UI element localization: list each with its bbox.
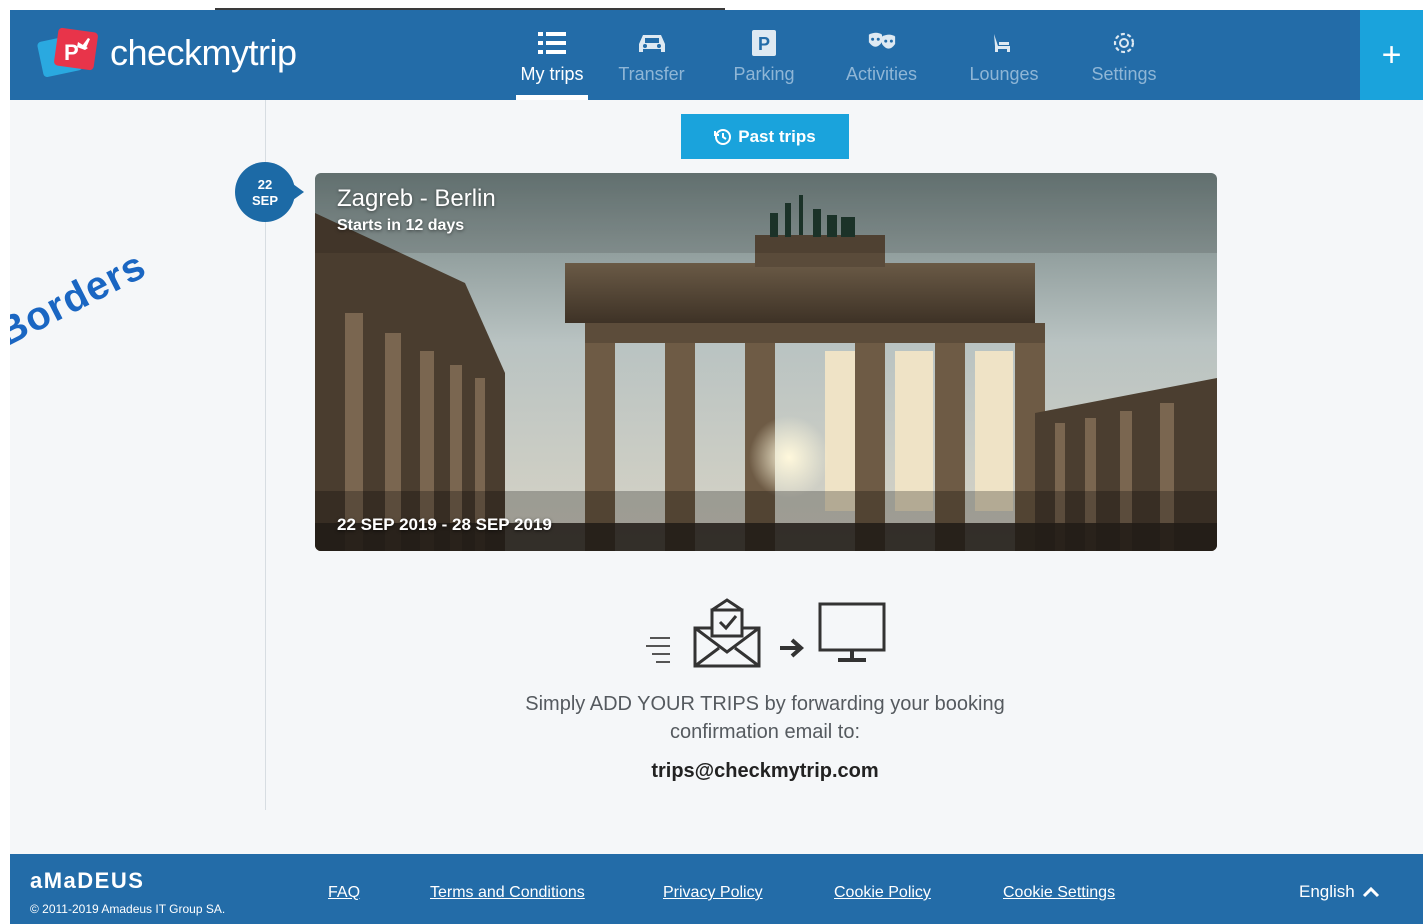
logo-badge-icon: P <box>37 27 98 78</box>
footer-link-faq[interactable]: FAQ <box>328 884 360 902</box>
trip-dates: 22 SEP 2019 - 28 SEP 2019 <box>337 515 552 534</box>
nav-parking[interactable]: P Parking <box>709 10 819 100</box>
lounge-chair-icon <box>989 28 1019 58</box>
past-trips-label: Past trips <box>738 126 816 146</box>
top-navbar: P checkmytrip My trips Transfer P Parkin… <box>10 10 1423 100</box>
trip-card[interactable]: Zagreb - Berlin Starts in 12 days 22 SEP… <box>315 173 1217 551</box>
trip-title: Zagreb - Berlin <box>337 185 496 212</box>
add-trips-instructions: Simply ADD YOUR TRIPS by forwarding your… <box>465 690 1065 746</box>
logo[interactable]: P checkmytrip <box>36 24 297 82</box>
nav-label: Settings <box>1091 64 1157 84</box>
instructions-line-2: confirmation email to: <box>669 721 861 743</box>
nav-label: Parking <box>733 64 795 84</box>
chevron-up-icon <box>1362 886 1379 898</box>
trip-countdown: Starts in 12 days <box>337 217 465 234</box>
language-selector[interactable]: English <box>1299 882 1381 902</box>
footer-link-cookie-settings[interactable]: Cookie Settings <box>1003 884 1115 902</box>
badge-day: 22 <box>257 177 273 192</box>
footer: aMaDEUS © 2011-2019 Amadeus IT Group SA.… <box>10 854 1423 924</box>
masks-icon <box>867 28 897 58</box>
nav-label: Lounges <box>969 64 1039 84</box>
watermark-text: Borders <box>10 243 153 356</box>
instructions-line-1: Simply ADD YOUR TRIPS by forwarding your… <box>525 693 1005 715</box>
add-trip-button[interactable]: + <box>1360 10 1423 100</box>
app-frame: P checkmytrip My trips Transfer P Parkin… <box>10 10 1423 924</box>
nav-label: My trips <box>520 64 584 84</box>
nav-lounges[interactable]: Lounges <box>944 10 1064 100</box>
past-trips-button[interactable]: Past trips <box>681 114 849 159</box>
main-nav: My trips Transfer P Parking Activities L… <box>510 10 1184 100</box>
trip-date-badge: 22 SEP <box>235 162 304 222</box>
list-icon <box>537 28 567 58</box>
nav-settings[interactable]: Settings <box>1064 10 1184 100</box>
speed-lines-icon <box>646 637 670 663</box>
amadeus-logo: aMaDEUS <box>30 868 145 893</box>
envelope-check-icon <box>693 598 761 668</box>
footer-link-cookie-policy[interactable]: Cookie Policy <box>834 884 931 902</box>
arrow-right-icon <box>780 638 805 658</box>
language-label: English <box>1299 882 1355 901</box>
forward-email-illustration <box>646 598 886 668</box>
footer-link-terms[interactable]: Terms and Conditions <box>430 884 585 902</box>
svg-text:P: P <box>64 40 79 65</box>
nav-my-trips[interactable]: My trips <box>510 10 594 100</box>
copyright: © 2011-2019 Amadeus IT Group SA. <box>30 902 226 916</box>
footer-link-privacy[interactable]: Privacy Policy <box>663 884 763 902</box>
car-icon <box>637 28 667 58</box>
nav-label: Transfer <box>618 64 685 84</box>
forwarding-email: trips@checkmytrip.com <box>651 760 879 782</box>
parking-icon: P <box>749 28 779 58</box>
nav-transfer[interactable]: Transfer <box>594 10 709 100</box>
nav-activities[interactable]: Activities <box>819 10 944 100</box>
badge-month: SEP <box>251 193 278 208</box>
svg-text:P: P <box>758 34 770 54</box>
gear-icon <box>1109 28 1139 58</box>
monitor-icon <box>818 602 886 662</box>
logo-text: checkmytrip <box>110 32 297 73</box>
nav-label: Activities <box>845 64 917 84</box>
history-icon <box>714 128 732 145</box>
